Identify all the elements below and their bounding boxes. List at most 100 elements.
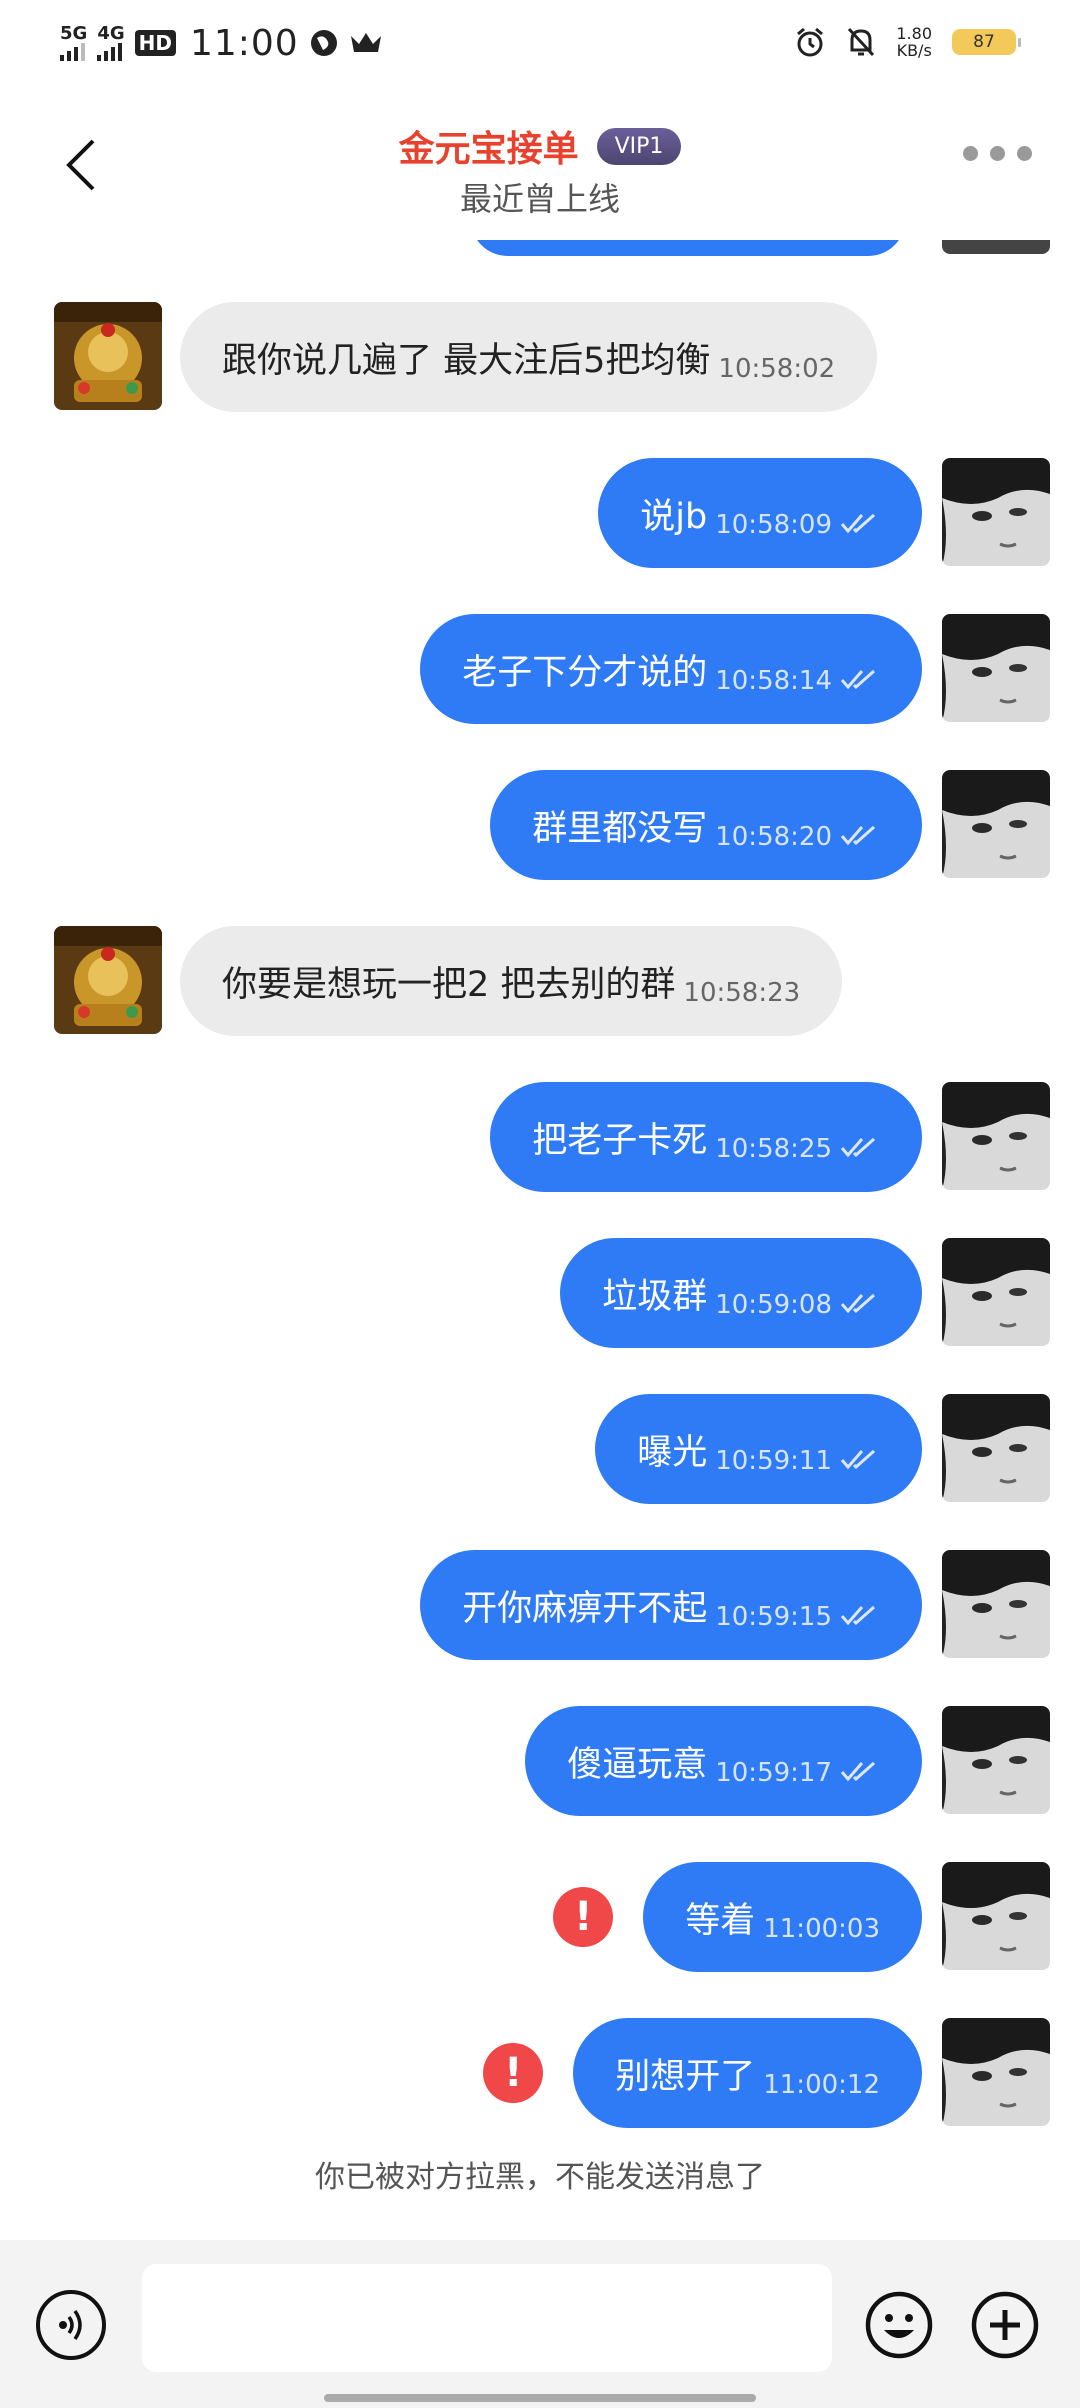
outgoing-message: 等着 11:00:03! — [0, 1862, 1080, 1972]
message-bubble[interactable]: 你要是想玩一把2 把去别的群 10:58:23 — [180, 926, 843, 1036]
status-left: 5G 4G HD 11:00 — [60, 18, 383, 68]
crown-icon — [350, 33, 381, 52]
send-failed-icon[interactable]: ! — [553, 1887, 614, 1947]
message-bubble[interactable]: 说jb 10:58:09 — [598, 458, 922, 568]
partial-message-bubble — [470, 240, 906, 256]
outgoing-message: 老子下分才说的 10:58:14 — [0, 614, 1080, 724]
emoji-icon[interactable] — [864, 2290, 934, 2360]
read-receipt-icon — [840, 1759, 880, 1787]
signal-4g-icon: 4G — [97, 23, 125, 61]
outgoing-message: 把老子卡死 10:58:25 — [0, 1082, 1080, 1192]
status-bar: 5G 4G HD 11:00 1.80 KB/s 87 — [0, 0, 1080, 80]
my-avatar[interactable] — [942, 1706, 1050, 1814]
message-text: 老子下分才说的 — [462, 652, 708, 693]
message-bubble[interactable]: 群里都没写 10:58:20 — [490, 770, 922, 880]
message-time: 11:00:12 — [763, 2070, 880, 2100]
read-receipt-icon — [840, 1291, 880, 1319]
message-text: 别想开了 — [615, 2056, 756, 2097]
message-text: 跟你说几遍了 最大注后5把均衡 — [222, 340, 711, 381]
battery-level: 87 — [973, 32, 995, 52]
message-bubble[interactable]: 垃圾群 10:59:08 — [560, 1238, 922, 1348]
outgoing-message: 傻逼玩意 10:59:17 — [0, 1706, 1080, 1816]
chat-header: 金元宝接单 VIP1 最近曾上线 — [0, 80, 1080, 240]
plus-icon[interactable] — [970, 2290, 1040, 2360]
speed-value: 1.80 — [896, 24, 932, 43]
message-time: 10:58:25 — [715, 1134, 832, 1164]
battery-icon: 87 — [952, 29, 1021, 55]
message-time: 10:58:23 — [683, 978, 801, 1008]
globe-icon — [310, 30, 337, 56]
incoming-message: 你要是想玩一把2 把去别的群 10:58:23 — [0, 926, 1080, 1036]
message-text: 开你麻痹开不起 — [462, 1588, 708, 1629]
message-input[interactable] — [142, 2264, 832, 2372]
more-dot-icon — [963, 146, 978, 161]
message-bubble[interactable]: 开你麻痹开不起 10:59:15 — [420, 1550, 922, 1660]
message-text: 你要是想玩一把2 把去别的群 — [222, 964, 676, 1005]
outgoing-message: 别想开了 11:00:12! — [0, 2018, 1080, 2128]
online-status: 最近曾上线 — [459, 180, 620, 218]
vip-badge: VIP1 — [596, 127, 682, 165]
message-time: 10:59:17 — [715, 1758, 832, 1788]
send-failed-icon[interactable]: ! — [483, 2043, 544, 2103]
message-time: 10:58:20 — [715, 822, 832, 852]
home-indicator[interactable] — [324, 2394, 756, 2402]
message-bubble[interactable]: 把老子卡死 10:58:25 — [490, 1082, 922, 1192]
contact-avatar[interactable] — [54, 302, 162, 410]
contact-avatar[interactable] — [54, 926, 162, 1034]
my-avatar[interactable] — [942, 458, 1050, 566]
message-bubble[interactable]: 别想开了 11:00:12 — [573, 2018, 922, 2128]
message-bubble[interactable]: 曝光 10:59:11 — [595, 1394, 922, 1504]
contact-name[interactable]: 金元宝接单 — [399, 120, 579, 172]
my-avatar[interactable] — [942, 1862, 1050, 1970]
outgoing-message: 开你麻痹开不起 10:59:15 — [0, 1550, 1080, 1660]
blocked-notice: 你已被对方拉黑，不能发送消息了 — [315, 2160, 765, 2195]
more-dot-icon — [1017, 146, 1032, 161]
message-text: 曝光 — [637, 1432, 708, 1473]
my-avatar[interactable] — [942, 2018, 1050, 2126]
message-text: 把老子卡死 — [532, 1120, 708, 1161]
message-text: 说jb — [640, 496, 708, 537]
network-speed: 1.80 KB/s — [896, 25, 932, 59]
my-avatar[interactable] — [942, 770, 1050, 878]
input-bar — [0, 2240, 1080, 2408]
message-time: 10:59:08 — [715, 1290, 832, 1320]
message-time: 10:58:14 — [715, 666, 832, 696]
my-avatar[interactable] — [942, 1082, 1050, 1190]
my-avatar[interactable] — [942, 1238, 1050, 1346]
outgoing-message: 垃圾群 10:59:08 — [0, 1238, 1080, 1348]
message-bubble[interactable]: 等着 11:00:03 — [643, 1862, 922, 1972]
status-right: 1.80 KB/s 87 — [794, 20, 1021, 64]
message-bubble[interactable]: 老子下分才说的 10:58:14 — [420, 614, 922, 724]
read-receipt-icon — [840, 511, 880, 539]
my-avatar[interactable] — [942, 1550, 1050, 1658]
title-row: 金元宝接单 VIP1 — [0, 120, 1080, 172]
voice-input-button[interactable] — [36, 2290, 106, 2360]
message-list[interactable]: 跟你说几遍了 最大注后5把均衡 10:58:02 说jb 10:58:09 老子下分才说… — [0, 240, 1080, 2240]
read-receipt-icon — [840, 1135, 880, 1163]
read-receipt-icon — [840, 823, 880, 851]
partial-avatar — [942, 240, 1050, 254]
voice-icon — [59, 2309, 82, 2341]
my-avatar[interactable] — [942, 614, 1050, 722]
more-dot-icon — [990, 146, 1005, 161]
message-time: 10:59:15 — [715, 1602, 832, 1632]
message-time: 10:59:11 — [715, 1446, 832, 1476]
message-bubble[interactable]: 傻逼玩意 10:59:17 — [525, 1706, 922, 1816]
message-bubble[interactable]: 跟你说几遍了 最大注后5把均衡 10:58:02 — [180, 302, 878, 412]
message-time: 10:58:09 — [715, 510, 832, 540]
my-avatar[interactable] — [942, 1394, 1050, 1502]
read-receipt-icon — [840, 1603, 880, 1631]
message-text: 等着 — [685, 1900, 756, 1941]
message-text: 傻逼玩意 — [567, 1744, 708, 1785]
outgoing-message: 曝光 10:59:11 — [0, 1394, 1080, 1504]
more-options-button[interactable] — [963, 146, 1032, 161]
outgoing-message: 群里都没写 10:58:20 — [0, 770, 1080, 880]
read-receipt-icon — [840, 667, 880, 695]
signal-4g-label: 4G — [97, 23, 125, 44]
message-time: 10:58:02 — [718, 354, 836, 384]
incoming-message: 跟你说几遍了 最大注后5把均衡 10:58:02 — [0, 302, 1080, 412]
signal-5g-label: 5G — [60, 23, 88, 44]
clock: 11:00 — [189, 22, 299, 64]
message-time: 11:00:03 — [763, 1914, 880, 1944]
signal-5g-icon: 5G — [60, 25, 87, 61]
